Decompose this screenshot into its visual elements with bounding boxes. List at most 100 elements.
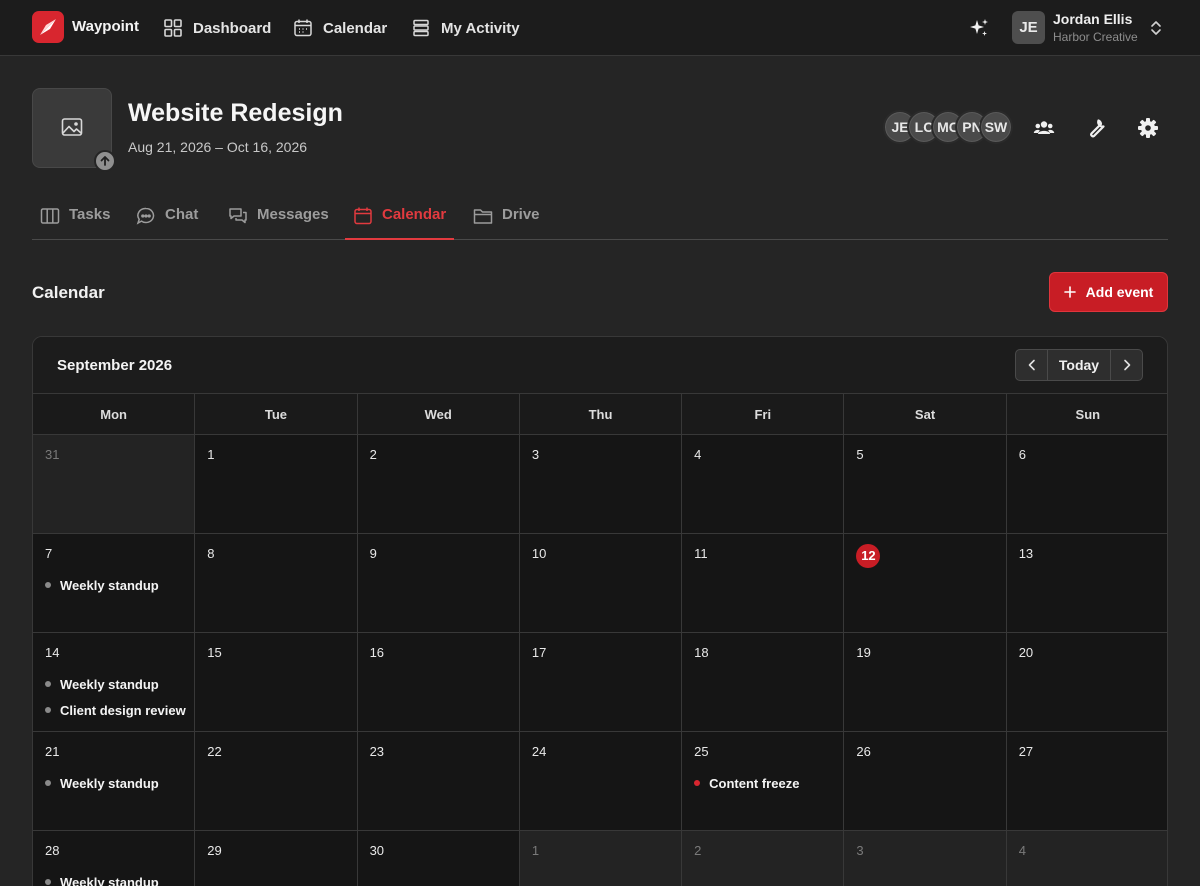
nav-dashboard[interactable]: Dashboard — [163, 17, 271, 39]
calendar-event[interactable]: Weekly standup — [45, 770, 194, 796]
month-pager: Today — [1015, 349, 1143, 381]
day-number: 31 — [45, 447, 60, 462]
calendar-event[interactable]: Weekly standup — [45, 869, 194, 886]
day-cell[interactable]: 21 Weekly standup — [33, 732, 196, 831]
day-cell[interactable]: 17 — [519, 633, 683, 732]
day-cell[interactable]: 20 — [1006, 633, 1167, 732]
calendar-event[interactable]: Weekly standup — [45, 671, 194, 697]
event-title: Content freeze — [709, 775, 800, 791]
image-icon — [61, 118, 83, 136]
day-cell[interactable]: 12 — [844, 534, 1007, 633]
day-cell[interactable]: 15 — [195, 633, 358, 732]
calendar-event[interactable]: Content freeze — [694, 770, 843, 796]
add-event-button[interactable]: Add event — [1049, 272, 1168, 312]
day-cell[interactable]: 6 — [1006, 435, 1167, 534]
day-number: 15 — [207, 645, 222, 660]
day-cell[interactable]: 29 — [195, 831, 358, 886]
project-tabs: Tasks Chat Messages Calendar Drive — [32, 198, 1168, 240]
chat-icon — [136, 207, 155, 225]
day-number: 13 — [1018, 546, 1034, 561]
user-name[interactable]: Jordan Ellis — [1053, 11, 1132, 27]
day-cell[interactable]: 14 Weekly standup Client design review — [33, 633, 196, 732]
tab-drive[interactable]: Drive — [473, 206, 540, 240]
user-avatar[interactable]: JE — [1012, 11, 1045, 44]
wrench-icon[interactable] — [1085, 117, 1107, 139]
day-number: 17 — [531, 645, 547, 660]
event-dot-icon — [45, 879, 51, 885]
day-cell[interactable]: 1 — [195, 435, 358, 534]
day-cell[interactable]: 2 — [682, 831, 845, 886]
upload-image-button[interactable] — [94, 150, 116, 172]
plus-icon — [1063, 286, 1076, 298]
previous-month-button[interactable] — [1016, 350, 1047, 380]
event-title: Weekly standup — [60, 775, 159, 791]
day-cell[interactable]: 11 — [682, 534, 845, 633]
day-cell[interactable]: 3 — [519, 435, 683, 534]
tab-calendar[interactable]: Calendar — [345, 206, 455, 240]
tab-tasks-label: Tasks — [69, 206, 111, 223]
day-cell[interactable]: 5 — [844, 435, 1007, 534]
day-cell[interactable]: 26 — [844, 732, 1007, 831]
day-cell[interactable]: 18 — [682, 633, 845, 732]
nav-my-activity[interactable]: My Activity — [411, 17, 520, 39]
day-cell[interactable]: 4 — [1006, 831, 1167, 886]
day-cell[interactable]: 10 — [519, 534, 683, 633]
day-cell[interactable]: 30 — [357, 831, 520, 886]
day-number: 2 — [369, 447, 377, 462]
chevron-up-down-icon[interactable] — [1148, 19, 1164, 37]
day-number: 6 — [1018, 447, 1026, 462]
day-number: 22 — [207, 744, 222, 759]
nav-calendar[interactable]: Calendar — [293, 17, 387, 39]
day-number: 18 — [694, 645, 709, 660]
day-cell[interactable]: 19 — [844, 633, 1007, 732]
day-number: 11 — [694, 546, 708, 561]
today-button[interactable]: Today — [1047, 350, 1111, 380]
tab-messages[interactable]: Messages — [228, 206, 329, 240]
project-dates: Aug 21, 2026 – Oct 16, 2026 — [128, 139, 308, 155]
waypoint-logo-icon[interactable] — [32, 11, 64, 43]
day-cell[interactable]: 1 — [519, 831, 683, 886]
chevron-right-icon — [1123, 359, 1130, 371]
day-cell[interactable]: 24 — [519, 732, 683, 831]
day-cell[interactable]: 4 — [682, 435, 845, 534]
calendar-event[interactable]: Weekly standup — [45, 572, 194, 598]
member-avatar[interactable]: SW — [979, 110, 1013, 144]
tab-chat-label: Chat — [165, 206, 199, 223]
next-month-button[interactable] — [1111, 350, 1142, 380]
gear-icon[interactable] — [1137, 117, 1159, 139]
day-number: 14 — [45, 645, 60, 660]
day-cell[interactable]: 7 Weekly standup — [33, 534, 196, 633]
nav-my-activity-label: My Activity — [441, 19, 520, 37]
day-number: 3 — [856, 843, 864, 858]
nav-dashboard-label: Dashboard — [193, 19, 272, 37]
day-cell[interactable]: 25 Content freeze — [682, 732, 845, 831]
day-cell[interactable]: 16 — [357, 633, 520, 732]
day-cell[interactable]: 22 — [195, 732, 358, 831]
day-cell[interactable]: 28 Weekly standup — [33, 831, 196, 886]
day-cell[interactable]: 23 — [357, 732, 520, 831]
weekday-label: Fri — [682, 394, 845, 434]
event-list: Weekly standup Client design review — [45, 671, 194, 723]
app-name[interactable]: Waypoint — [72, 18, 139, 35]
member-avatars[interactable]: JE LC MC PN SW — [883, 110, 1015, 146]
day-cell[interactable]: 31 — [33, 435, 196, 534]
tab-tasks[interactable]: Tasks — [40, 206, 110, 240]
day-number: 10 — [531, 546, 547, 561]
day-cell[interactable]: 9 — [357, 534, 520, 633]
day-number: 16 — [369, 645, 385, 660]
day-cell[interactable]: 8 — [195, 534, 358, 633]
activity-icon — [413, 19, 429, 37]
day-number: 27 — [1018, 744, 1034, 759]
day-cell[interactable]: 27 — [1006, 732, 1167, 831]
day-cell[interactable]: 3 — [844, 831, 1007, 886]
day-cell[interactable]: 13 — [1006, 534, 1167, 633]
calendar-event[interactable]: Client design review — [45, 697, 194, 723]
sparkle-ai-icon[interactable] — [968, 17, 990, 39]
day-cell[interactable]: 2 — [357, 435, 520, 534]
weekday-label: Thu — [520, 394, 683, 434]
tab-drive-label: Drive — [502, 206, 540, 223]
tab-chat[interactable]: Chat — [136, 206, 198, 240]
event-list: Weekly standup — [45, 869, 194, 886]
event-dot-icon — [45, 582, 51, 588]
team-icon[interactable] — [1033, 117, 1055, 139]
